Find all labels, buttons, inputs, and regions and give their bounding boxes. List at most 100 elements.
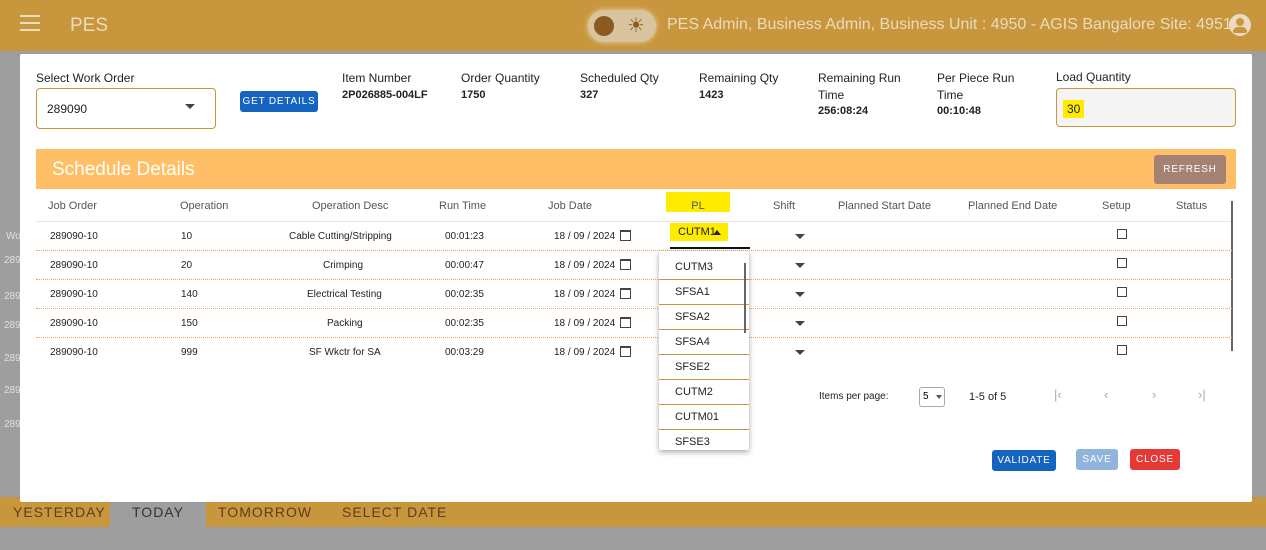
pl-option[interactable]: SFSA1 [659, 280, 749, 305]
dropdown-scrollbar[interactable] [744, 263, 746, 333]
setup-checkbox[interactable] [1117, 229, 1127, 239]
remaining-run-label: Remaining Run [818, 71, 901, 85]
shift-dropdown[interactable] [795, 263, 805, 268]
validate-button[interactable]: VALIDATE [992, 450, 1056, 471]
items-per-page-label: Items per page: [819, 391, 889, 402]
close-button[interactable]: CLOSE [1130, 449, 1180, 470]
order-qty-label: Order Quantity [461, 71, 540, 85]
load-qty-label: Load Quantity [1056, 70, 1131, 84]
cell-run-time: 00:02:35 [445, 289, 484, 300]
schedule-title: Schedule Details [52, 159, 195, 180]
remaining-run-value: 256:08:24 [818, 105, 869, 117]
cell-operation: 999 [181, 347, 198, 358]
bg-list-fragment: 289 [4, 291, 21, 302]
job-date-input[interactable]: 18 / 09 / 2024 [554, 318, 615, 329]
col-planned-start: Planned Start Date [838, 200, 931, 212]
get-details-button[interactable]: GET DETAILS [240, 91, 318, 112]
remaining-run-label-2: Time [818, 88, 845, 102]
page-size-select[interactable]: 5 [919, 387, 945, 407]
first-page-button[interactable]: |‹ [1054, 387, 1062, 402]
bg-list-fragment: 289 [4, 255, 21, 266]
schedule-dialog: Select Work Order 289090 GET DETAILS Ite… [20, 54, 1252, 502]
setup-checkbox[interactable] [1117, 258, 1127, 268]
pl-option[interactable]: CUTM3 [659, 255, 749, 280]
refresh-button[interactable]: REFRESH [1154, 155, 1226, 184]
work-order-select[interactable]: 289090 [36, 88, 216, 129]
pl-option[interactable]: SFSA2 [659, 305, 749, 330]
calendar-icon[interactable] [620, 288, 631, 299]
menu-icon[interactable] [20, 15, 40, 31]
sun-icon: ☀ [627, 15, 645, 37]
calendar-icon[interactable] [620, 346, 631, 357]
cell-job-order: 289090-10 [50, 347, 98, 358]
pl-option[interactable]: SFSE2 [659, 355, 749, 380]
calendar-icon[interactable] [620, 259, 631, 270]
pl-option[interactable]: SFSA4 [659, 330, 749, 355]
load-qty-input[interactable]: 30 [1056, 88, 1236, 127]
cell-run-time: 00:01:23 [445, 231, 484, 242]
account-icon[interactable] [1229, 14, 1251, 36]
per-piece-label-2: Time [937, 88, 964, 102]
pl-dropdown-panel: CUTM3 SFSA1 SFSA2 SFSA4 SFSE2 CUTM2 CUTM… [659, 251, 749, 450]
job-date-input[interactable]: 18 / 09 / 2024 [554, 231, 615, 242]
prev-page-button[interactable]: ‹ [1104, 387, 1108, 402]
last-page-button[interactable]: ›| [1198, 387, 1206, 402]
col-run-time: Run Time [439, 200, 487, 212]
shift-dropdown[interactable] [795, 234, 805, 239]
order-qty-value: 1750 [461, 89, 486, 101]
cell-operation-desc: Packing [327, 318, 363, 329]
job-date-input[interactable]: 18 / 09 / 2024 [554, 289, 615, 300]
shift-dropdown[interactable] [795, 350, 805, 355]
calendar-icon[interactable] [620, 230, 631, 241]
chevron-down-icon [185, 104, 195, 109]
setup-checkbox[interactable] [1117, 345, 1127, 355]
user-info: PES Admin, Business Admin, Business Unit… [667, 16, 1241, 33]
next-page-button[interactable]: › [1152, 387, 1156, 402]
app-title: PES [70, 15, 109, 36]
header-divider [36, 221, 1232, 222]
col-job-order: Job Order [48, 200, 97, 212]
cell-operation-desc: Cable Cutting/Stripping [289, 231, 392, 242]
setup-checkbox[interactable] [1117, 287, 1127, 297]
cell-job-order: 289090-10 [50, 289, 98, 300]
pl-option[interactable]: CUTM2 [659, 380, 749, 405]
col-operation: Operation [180, 200, 229, 212]
bg-list-fragment: 289 [4, 320, 21, 331]
per-piece-value: 00:10:48 [937, 105, 982, 117]
schedule-header-bar: Schedule Details REFRESH [36, 149, 1236, 189]
cell-job-order: 289090-10 [50, 231, 98, 242]
tab-select-date[interactable]: SELECT DATE [342, 504, 447, 520]
pl-option[interactable]: CUTM01 [659, 405, 749, 430]
shift-dropdown[interactable] [795, 292, 805, 297]
cell-run-time: 00:03:29 [445, 347, 484, 358]
pl-select-underline [670, 247, 750, 249]
work-order-label: Select Work Order [36, 71, 135, 85]
pl-option[interactable]: SFSE3 [659, 430, 749, 450]
col-shift: Shift [773, 200, 796, 212]
theme-toggle[interactable]: ☀ [588, 10, 656, 42]
shift-dropdown[interactable] [795, 321, 805, 326]
save-button[interactable]: SAVE [1076, 449, 1118, 470]
app-bar: PES ☀ PES Admin, Business Admin, Busines… [0, 0, 1266, 51]
col-setup: Setup [1102, 200, 1131, 212]
cell-operation: 140 [181, 289, 198, 300]
job-date-input[interactable]: 18 / 09 / 2024 [554, 347, 615, 358]
col-pl: PL [666, 192, 730, 212]
tab-yesterday[interactable]: YESTERDAY [13, 504, 106, 520]
col-job-date: Job Date [548, 200, 593, 212]
cell-operation-desc: Electrical Testing [307, 289, 382, 300]
bg-list-fragment: 289 [4, 353, 21, 364]
row-divider [36, 308, 1232, 309]
job-date-input[interactable]: 18 / 09 / 2024 [554, 260, 615, 271]
setup-checkbox[interactable] [1117, 316, 1127, 326]
tab-tomorrow[interactable]: TOMORROW [218, 504, 312, 520]
chevron-down-icon [936, 395, 942, 399]
cell-operation: 10 [181, 231, 193, 242]
remaining-qty-label: Remaining Qty [699, 71, 779, 85]
bg-list-fragment: Wo [6, 231, 21, 242]
calendar-icon[interactable] [620, 317, 631, 328]
cell-job-order: 289090-10 [50, 260, 98, 271]
cell-operation-desc: Crimping [323, 260, 364, 271]
table-scrollbar[interactable] [1231, 201, 1233, 351]
cell-operation-desc: SF Wkctr for SA [309, 347, 381, 358]
